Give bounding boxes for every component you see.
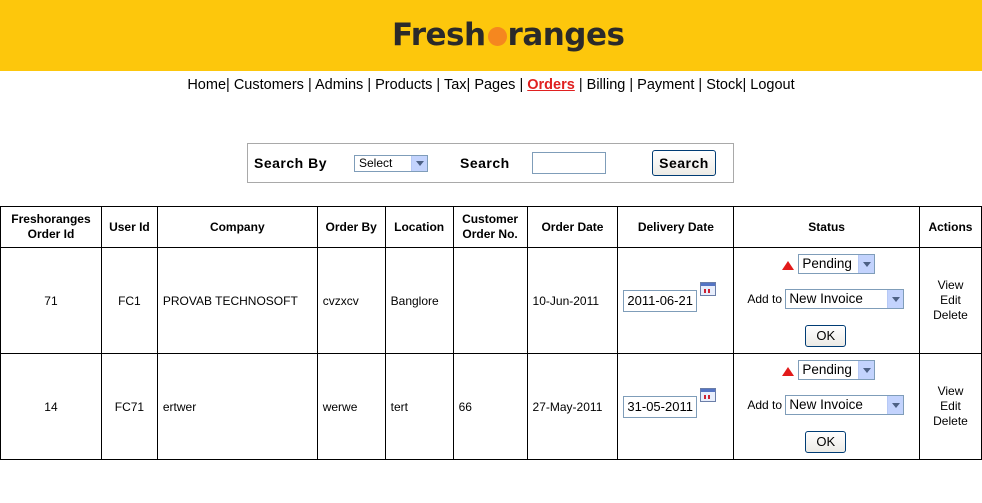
- invoice-select[interactable]: New Invoice: [785, 395, 905, 415]
- nav-payment[interactable]: Payment: [637, 77, 694, 93]
- table-header-row: Freshoranges Order Id User Id Company Ord…: [0, 206, 982, 248]
- add-to-label: Add to: [747, 292, 783, 306]
- nav-products[interactable]: Products: [375, 77, 432, 93]
- calendar-icon[interactable]: [700, 281, 717, 296]
- table-row: 14 FC71 ertwer werwe tert 66 27-May-2011…: [0, 353, 982, 460]
- nav-pages[interactable]: Pages: [474, 77, 515, 93]
- order-id-cell: 71: [0, 247, 102, 354]
- header-location: Location: [384, 206, 454, 248]
- nav-admins[interactable]: Admins: [315, 77, 363, 93]
- header-order-id: Freshoranges Order Id: [0, 206, 102, 248]
- company-cell: PROVAB TECHNOSOFT: [156, 247, 318, 354]
- chevron-down-icon[interactable]: [858, 361, 875, 379]
- header-company: Company: [156, 206, 318, 248]
- header-customer-order-no: Customer Order No.: [452, 206, 528, 248]
- ok-button[interactable]: OK: [805, 431, 847, 453]
- site-header: Fresh ranges: [0, 0, 982, 71]
- nav-stock[interactable]: Stock: [706, 77, 742, 93]
- user-id-cell: FC71: [100, 353, 158, 460]
- company-cell: ertwer: [156, 353, 318, 460]
- nav-customers[interactable]: Customers: [234, 77, 304, 93]
- user-id-cell: FC1: [100, 247, 158, 354]
- nav-tax[interactable]: Tax: [444, 77, 467, 93]
- order-date-cell: 27-May-2011: [526, 353, 619, 460]
- header-order-date: Order Date: [526, 206, 619, 248]
- search-input[interactable]: [532, 152, 606, 174]
- search-by-select-value: Select: [359, 156, 393, 170]
- nav-logout[interactable]: Logout: [750, 77, 794, 93]
- actions-cell: View Edit Delete: [918, 353, 982, 460]
- view-link[interactable]: View: [920, 278, 981, 293]
- customer-order-no-cell: [452, 247, 528, 354]
- view-link[interactable]: View: [920, 384, 981, 399]
- status-select[interactable]: Pending: [798, 360, 876, 380]
- header-user-id: User Id: [100, 206, 158, 248]
- delete-link[interactable]: Delete: [920, 414, 981, 429]
- search-button[interactable]: Search: [652, 150, 716, 176]
- location-cell: tert: [384, 353, 454, 460]
- delivery-date-cell: 31-05-2011: [617, 353, 735, 460]
- calendar-icon[interactable]: [700, 387, 717, 402]
- orange-dot-icon: [487, 27, 507, 46]
- delivery-date-input[interactable]: 2011-06-21: [623, 289, 698, 312]
- invoice-select[interactable]: New Invoice: [785, 289, 905, 309]
- order-date-cell: 10-Jun-2011: [526, 247, 619, 354]
- main-nav: Home| Customers | Admins | Products | Ta…: [187, 77, 795, 93]
- search-label: Search: [460, 155, 510, 171]
- freshoranges-logo[interactable]: Fresh ranges: [392, 16, 625, 54]
- header-delivery-date: Delivery Date: [617, 206, 735, 248]
- header-status: Status: [733, 206, 920, 248]
- chevron-down-icon[interactable]: [887, 290, 904, 308]
- search-by-select[interactable]: Select: [354, 155, 428, 172]
- table-row: 71 FC1 PROVAB TECHNOSOFT cvzxcv Banglore…: [0, 247, 982, 354]
- search-by-label: Search By: [254, 155, 327, 171]
- delivery-date-cell: 2011-06-21: [617, 247, 735, 354]
- nav-orders[interactable]: Orders: [527, 77, 575, 93]
- chevron-down-icon[interactable]: [411, 156, 427, 171]
- order-id-cell: 14: [0, 353, 102, 460]
- chevron-down-icon[interactable]: [858, 255, 875, 273]
- order-by-cell: cvzxcv: [316, 247, 386, 354]
- actions-cell: View Edit Delete: [918, 247, 982, 354]
- header-actions: Actions: [918, 206, 982, 248]
- delete-link[interactable]: Delete: [920, 308, 981, 323]
- delivery-date-input[interactable]: 31-05-2011: [623, 395, 698, 418]
- status-cell: Pending Add to New Invoice OK: [733, 353, 920, 460]
- edit-link[interactable]: Edit: [920, 399, 981, 414]
- nav-billing[interactable]: Billing: [587, 77, 626, 93]
- header-order-by: Order By: [316, 206, 386, 248]
- customer-order-no-cell: 66: [452, 353, 528, 460]
- add-to-label: Add to: [747, 398, 783, 412]
- sort-up-icon[interactable]: [782, 261, 795, 270]
- sort-up-icon[interactable]: [782, 367, 795, 376]
- edit-link[interactable]: Edit: [920, 293, 981, 308]
- status-cell: Pending Add to New Invoice OK: [733, 247, 920, 354]
- nav-home[interactable]: Home: [187, 77, 226, 93]
- location-cell: Banglore: [384, 247, 454, 354]
- search-panel: Search By Select Search Search: [247, 143, 734, 183]
- orders-table: Freshoranges Order Id User Id Company Ord…: [0, 206, 982, 460]
- chevron-down-icon[interactable]: [887, 396, 904, 414]
- ok-button[interactable]: OK: [805, 325, 847, 347]
- order-by-cell: werwe: [316, 353, 386, 460]
- status-select[interactable]: Pending: [798, 254, 876, 274]
